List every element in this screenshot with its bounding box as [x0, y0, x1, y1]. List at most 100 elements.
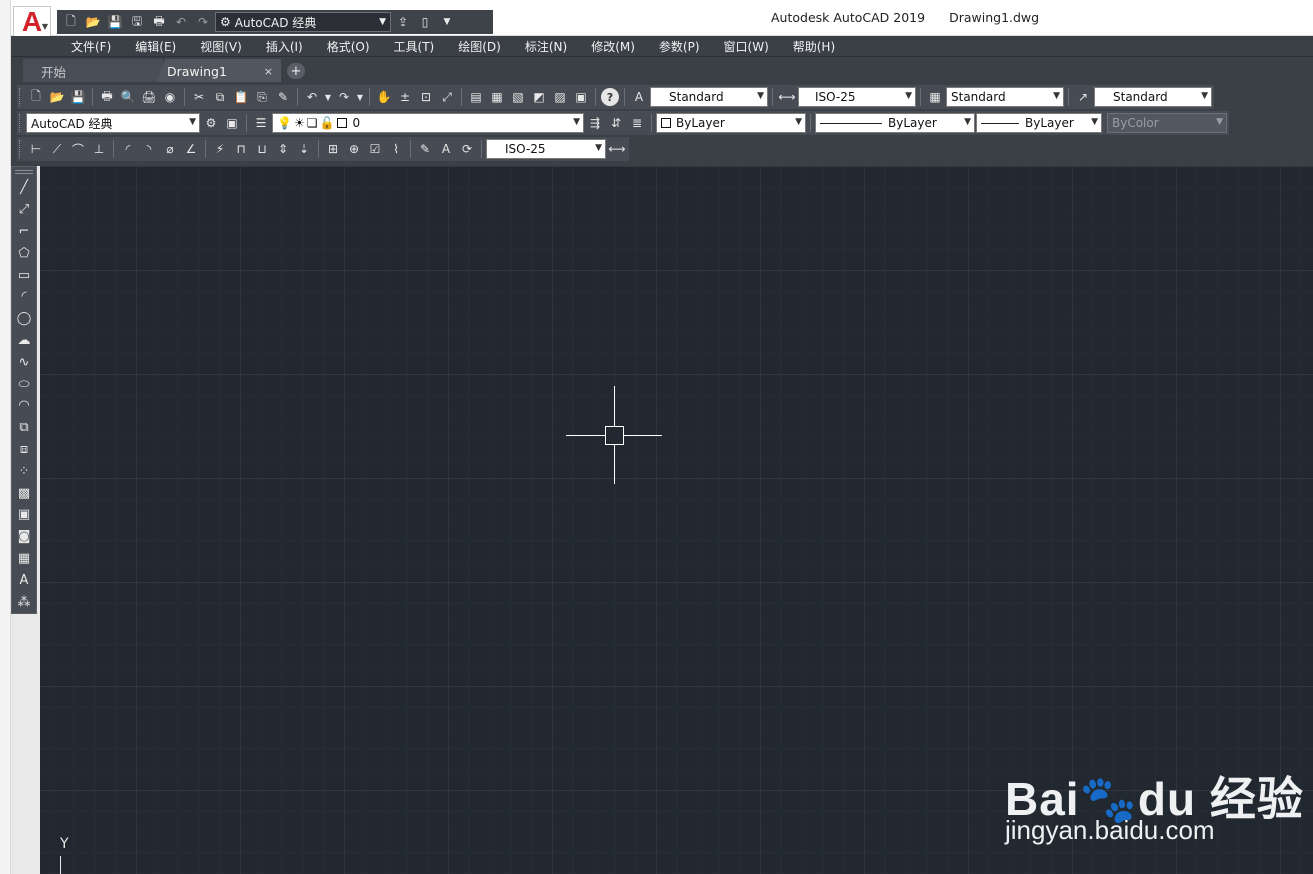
tool-palettes-icon[interactable]: ▧ — [508, 87, 528, 107]
text-style-icon[interactable]: A — [629, 87, 649, 107]
polyline-icon[interactable]: ⌐ — [12, 221, 36, 243]
aligned-dimension-icon[interactable]: ⟋ — [47, 139, 67, 159]
menu-format[interactable]: 格式(O) — [315, 38, 382, 55]
gear-icon[interactable]: ⚙ — [201, 113, 221, 133]
zoom-window-icon[interactable]: ⊡ — [416, 87, 436, 107]
workspace-settings-icon[interactable]: ▣ — [222, 113, 242, 133]
center-mark-icon[interactable]: ⊕ — [344, 139, 364, 159]
share-icon[interactable]: ⇪ — [393, 12, 413, 32]
dimension-break-icon[interactable]: ⇣ — [294, 139, 314, 159]
quick-dimension-icon[interactable]: ⚡ — [210, 139, 230, 159]
save-icon[interactable]: 💾 — [68, 87, 88, 107]
menu-modify[interactable]: 修改(M) — [579, 38, 647, 55]
help-icon[interactable]: ? — [601, 88, 619, 106]
sheet-set-icon[interactable]: ◩ — [529, 87, 549, 107]
toolbar-grip[interactable] — [19, 140, 22, 158]
customize-qat-icon[interactable]: ▼ — [437, 12, 457, 32]
text-style-select[interactable]: Standard ▼ — [650, 87, 768, 107]
menu-dimension[interactable]: 标注(N) — [513, 38, 579, 55]
rectangle-icon[interactable]: ▭ — [12, 264, 36, 286]
dimension-space-icon[interactable]: ⇕ — [273, 139, 293, 159]
baseline-dimension-icon[interactable]: ⊓ — [231, 139, 251, 159]
multiline-text-icon[interactable]: A — [12, 569, 36, 591]
table-icon[interactable]: ▦ — [12, 548, 36, 570]
dim-style-select[interactable]: ISO-25 ▼ — [798, 87, 916, 107]
linear-dimension-icon[interactable]: ⊢ — [26, 139, 46, 159]
calculator-icon[interactable]: ▣ — [571, 87, 591, 107]
cut-icon[interactable]: ✂ — [189, 87, 209, 107]
open-folder-icon[interactable]: 📂 — [47, 87, 67, 107]
menu-help[interactable]: 帮助(H) — [781, 38, 847, 55]
insert-block-icon[interactable]: ⧉ — [12, 417, 36, 439]
chevron-down-icon[interactable]: ▼ — [323, 87, 333, 107]
line-icon[interactable]: ╱ — [12, 177, 36, 199]
publish-icon[interactable]: 🖨 — [139, 87, 159, 107]
region-icon[interactable]: ◙ — [12, 526, 36, 548]
jogged-dimension-icon[interactable]: ◝ — [139, 139, 159, 159]
markup-icon[interactable]: ▨ — [550, 87, 570, 107]
jogged-linear-icon[interactable]: ⌇ — [386, 139, 406, 159]
dim-style-icon[interactable]: ⟷ — [777, 87, 797, 107]
new-tab-button[interactable]: + — [287, 63, 305, 79]
zoom-realtime-icon[interactable]: ± — [395, 87, 415, 107]
layer-properties-icon[interactable]: ☰ — [251, 113, 271, 133]
lineweight-select[interactable]: ByLayer ▼ — [976, 113, 1102, 133]
dimension-text-edit-icon[interactable]: A — [436, 139, 456, 159]
angular-dimension-icon[interactable]: ∠ — [181, 139, 201, 159]
globe-icon[interactable]: ◉ — [160, 87, 180, 107]
radius-dimension-icon[interactable]: ◜ — [118, 139, 138, 159]
undo-icon[interactable]: ↶ — [171, 12, 191, 32]
menu-window[interactable]: 窗口(W) — [712, 38, 781, 55]
block-editor-icon[interactable]: ✎ — [273, 87, 293, 107]
linetype-select[interactable]: ByLayer ▼ — [815, 113, 975, 133]
save-icon[interactable]: 💾 — [105, 12, 125, 32]
toolbar-grip[interactable] — [19, 114, 22, 132]
menu-edit[interactable]: 编辑(E) — [123, 38, 188, 55]
ordinate-dimension-icon[interactable]: ⊥ — [89, 139, 109, 159]
layer-select[interactable]: 💡 ☀ ❏ 🔓 0 ▼ — [272, 113, 584, 133]
diameter-dimension-icon[interactable]: ⌀ — [160, 139, 180, 159]
save-as-icon[interactable]: 🖫 — [127, 12, 147, 32]
polygon-icon[interactable]: ⬠ — [12, 242, 36, 264]
spline-icon[interactable]: ∿ — [12, 351, 36, 373]
gradient-icon[interactable]: ▣ — [12, 504, 36, 526]
plot-preview-icon[interactable]: 🔍 — [118, 87, 138, 107]
close-icon[interactable]: × — [264, 65, 273, 78]
multileader-style-select[interactable]: Standard ▼ — [1094, 87, 1212, 107]
plot-icon[interactable]: 🖶 — [149, 12, 169, 32]
ellipse-arc-icon[interactable]: ◠ — [12, 395, 36, 417]
workspace-select[interactable]: AutoCAD 经典 ▼ — [26, 113, 200, 133]
arc-length-icon[interactable]: ⌒ — [68, 139, 88, 159]
menu-draw[interactable]: 绘图(D) — [446, 38, 513, 55]
dimension-edit-icon[interactable]: ✎ — [415, 139, 435, 159]
application-menu-button[interactable]: A ▼ — [13, 6, 51, 38]
ellipse-icon[interactable]: ⬭ — [12, 373, 36, 395]
properties-icon[interactable]: ▤ — [466, 87, 486, 107]
undo-icon[interactable]: ↶ — [302, 87, 322, 107]
workspace-switcher[interactable]: ⚙ AutoCAD 经典 ▼ — [215, 12, 391, 32]
dimension-style-icon[interactable]: ⟷ — [607, 139, 627, 159]
table-style-select[interactable]: Standard ▼ — [946, 87, 1064, 107]
menu-tools[interactable]: 工具(T) — [382, 38, 447, 55]
tab-start[interactable]: 开始 — [23, 59, 163, 83]
redo-icon[interactable]: ↷ — [334, 87, 354, 107]
toolbar-grip[interactable] — [15, 170, 33, 174]
plot-icon[interactable]: 🖶 — [97, 87, 117, 107]
menu-parametric[interactable]: 参数(P) — [647, 38, 712, 55]
multileader-style-icon[interactable]: ↗ — [1073, 87, 1093, 107]
dimension-style-select[interactable]: ISO-25 ▼ — [486, 139, 606, 159]
color-select[interactable]: ByLayer ▼ — [656, 113, 806, 133]
tolerance-icon[interactable]: ⊞ — [323, 139, 343, 159]
copy-icon[interactable]: ⧉ — [210, 87, 230, 107]
layer-states-icon[interactable]: ≣ — [627, 113, 647, 133]
mobile-icon[interactable]: ▯ — [415, 12, 435, 32]
pan-hand-icon[interactable]: ✋ — [374, 87, 394, 107]
new-file-icon[interactable]: 🗋 — [26, 87, 46, 107]
dimension-update-icon[interactable]: ⟳ — [457, 139, 477, 159]
toolbar-grip[interactable] — [19, 88, 22, 106]
menu-view[interactable]: 视图(V) — [188, 38, 254, 55]
tab-drawing1[interactable]: Drawing1 × — [157, 59, 281, 83]
match-properties-icon[interactable]: ⎘ — [252, 87, 272, 107]
menu-insert[interactable]: 插入(I) — [254, 38, 315, 55]
menu-file[interactable]: 文件(F) — [59, 38, 123, 55]
